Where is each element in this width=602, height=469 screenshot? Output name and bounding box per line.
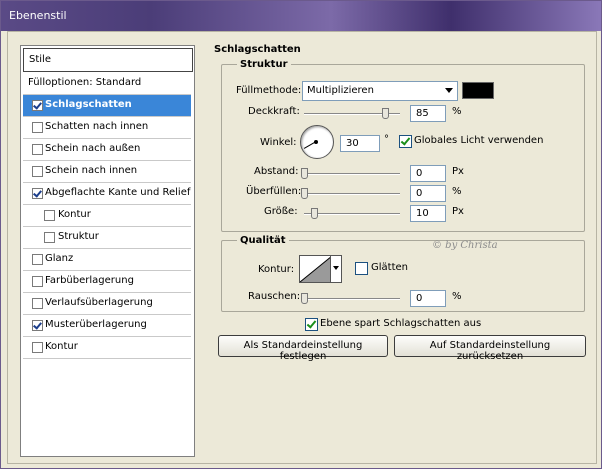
- structure-title: Struktur: [237, 59, 291, 70]
- style-item[interactable]: Schatten nach innen: [23, 117, 191, 139]
- blend-mode-select[interactable]: Multiplizieren: [302, 81, 458, 101]
- style-item-label: Glanz: [45, 253, 74, 264]
- style-item-label: Schein nach innen: [45, 165, 138, 176]
- opacity-unit: %: [452, 106, 462, 117]
- noise-label: Rauschen:: [248, 291, 301, 302]
- style-item[interactable]: Schein nach außen: [23, 139, 191, 161]
- opacity-value: 85: [416, 108, 429, 119]
- global-light-label: Globales Licht verwenden: [414, 135, 544, 146]
- style-item-checkbox[interactable]: [32, 254, 43, 265]
- opacity-label: Deckkraft:: [248, 106, 300, 117]
- spread-label: Überfüllen:: [246, 186, 302, 197]
- size-unit: Px: [452, 206, 464, 217]
- angle-label: Winkel:: [260, 137, 297, 148]
- style-item-label: Schatten nach innen: [45, 121, 149, 132]
- style-item-checkbox[interactable]: [32, 276, 43, 287]
- distance-label: Abstand:: [254, 166, 299, 177]
- contour-curve-icon: [300, 256, 332, 282]
- style-item[interactable]: Kontur: [23, 337, 191, 359]
- window-title: Ebenenstil: [9, 9, 67, 22]
- style-item[interactable]: Glanz: [23, 249, 191, 271]
- contour-preview[interactable]: [299, 255, 333, 283]
- spread-input[interactable]: 0: [410, 185, 446, 202]
- style-item-label: Verlaufsüberlagerung: [45, 297, 153, 308]
- style-item-label: Kontur: [45, 341, 78, 352]
- size-input[interactable]: 10: [410, 205, 446, 222]
- angle-input[interactable]: 30: [340, 135, 380, 152]
- spread-slider-track[interactable]: [304, 193, 400, 195]
- angle-value: 30: [346, 138, 359, 149]
- noise-unit: %: [452, 291, 462, 302]
- size-slider-track[interactable]: [304, 213, 400, 215]
- style-item-label: Musterüberlagerung: [45, 319, 147, 330]
- section-title: Schlagschatten: [214, 44, 301, 55]
- noise-slider-track[interactable]: [304, 298, 400, 300]
- style-item-label: Kontur: [58, 209, 91, 220]
- styles-header[interactable]: Stile: [23, 48, 193, 72]
- style-item-label: Abgeflachte Kante und Relief: [45, 187, 191, 198]
- style-item-label: Farbüberlagerung: [45, 275, 134, 286]
- angle-dial[interactable]: [300, 125, 334, 159]
- style-item[interactable]: Kontur: [23, 205, 191, 227]
- quality-title: Qualität: [237, 235, 289, 246]
- spread-slider-thumb[interactable]: [301, 188, 308, 199]
- style-item[interactable]: Abgeflachte Kante und Relief: [23, 183, 191, 205]
- knockout-label: Ebene spart Schlagschatten aus: [320, 318, 482, 329]
- style-item-checkbox[interactable]: [32, 100, 43, 111]
- reset-default-button[interactable]: Auf Standardeinstellung zurücksetzen: [394, 335, 586, 362]
- size-label: Größe:: [264, 206, 298, 217]
- style-item[interactable]: Farbüberlagerung: [23, 271, 191, 293]
- noise-value: 0: [416, 293, 423, 304]
- distance-input[interactable]: 0: [410, 165, 446, 182]
- contour-label: Kontur:: [258, 264, 295, 275]
- spread-unit: %: [452, 186, 462, 197]
- spread-value: 0: [416, 188, 423, 199]
- opacity-input[interactable]: 85: [410, 105, 446, 122]
- distance-slider-thumb[interactable]: [301, 168, 308, 179]
- style-item-checkbox[interactable]: [32, 320, 43, 331]
- size-value: 10: [416, 208, 429, 219]
- styles-list: Stile Fülloptionen: Standard Schlagschatt…: [20, 45, 195, 457]
- style-item-checkbox[interactable]: [44, 232, 55, 243]
- style-item-checkbox[interactable]: [44, 210, 55, 221]
- style-item-label: Schein nach außen: [45, 143, 141, 154]
- antialias-checkbox[interactable]: [355, 262, 368, 275]
- noise-slider-thumb[interactable]: [301, 293, 308, 304]
- style-item[interactable]: Verlaufsüberlagerung: [23, 293, 191, 315]
- blend-mode-value: Multiplizieren: [307, 85, 374, 96]
- global-light-checkbox[interactable]: [399, 135, 412, 148]
- antialias-label: Glätten: [371, 262, 408, 273]
- chevron-down-icon: [445, 88, 453, 93]
- style-item[interactable]: Musterüberlagerung: [23, 315, 191, 337]
- style-item[interactable]: Schlagschatten: [23, 95, 191, 117]
- style-item-checkbox[interactable]: [32, 342, 43, 353]
- style-item[interactable]: Struktur: [23, 227, 191, 249]
- style-item-checkbox[interactable]: [32, 166, 43, 177]
- opacity-slider-thumb[interactable]: [382, 108, 389, 119]
- size-slider-thumb[interactable]: [311, 208, 318, 219]
- noise-input[interactable]: 0: [410, 290, 446, 307]
- make-default-button[interactable]: Als Standardeinstellung festlegen: [218, 335, 388, 362]
- style-item-checkbox[interactable]: [32, 144, 43, 155]
- style-item[interactable]: Fülloptionen: Standard: [23, 73, 191, 95]
- style-item[interactable]: Schein nach innen: [23, 161, 191, 183]
- distance-slider-track[interactable]: [304, 173, 400, 175]
- contour-dropdown[interactable]: [330, 255, 342, 283]
- distance-value: 0: [416, 168, 423, 179]
- style-item-label: Fülloptionen: Standard: [28, 77, 142, 88]
- angle-center: [314, 140, 318, 144]
- blend-mode-label: Füllmethode:: [236, 85, 302, 96]
- style-item-label: Schlagschatten: [45, 99, 132, 110]
- title-bar[interactable]: Ebenenstil: [1, 1, 601, 31]
- style-item-checkbox[interactable]: [32, 298, 43, 309]
- shadow-color-swatch[interactable]: [462, 82, 494, 99]
- watermark: © by Christa: [432, 240, 498, 251]
- style-item-checkbox[interactable]: [32, 122, 43, 133]
- styles-header-label: Stile: [29, 54, 51, 65]
- style-item-label: Struktur: [58, 231, 99, 242]
- distance-unit: Px: [452, 166, 464, 177]
- style-item-checkbox[interactable]: [32, 188, 43, 199]
- angle-unit: °: [384, 134, 389, 145]
- knockout-checkbox[interactable]: [305, 318, 318, 331]
